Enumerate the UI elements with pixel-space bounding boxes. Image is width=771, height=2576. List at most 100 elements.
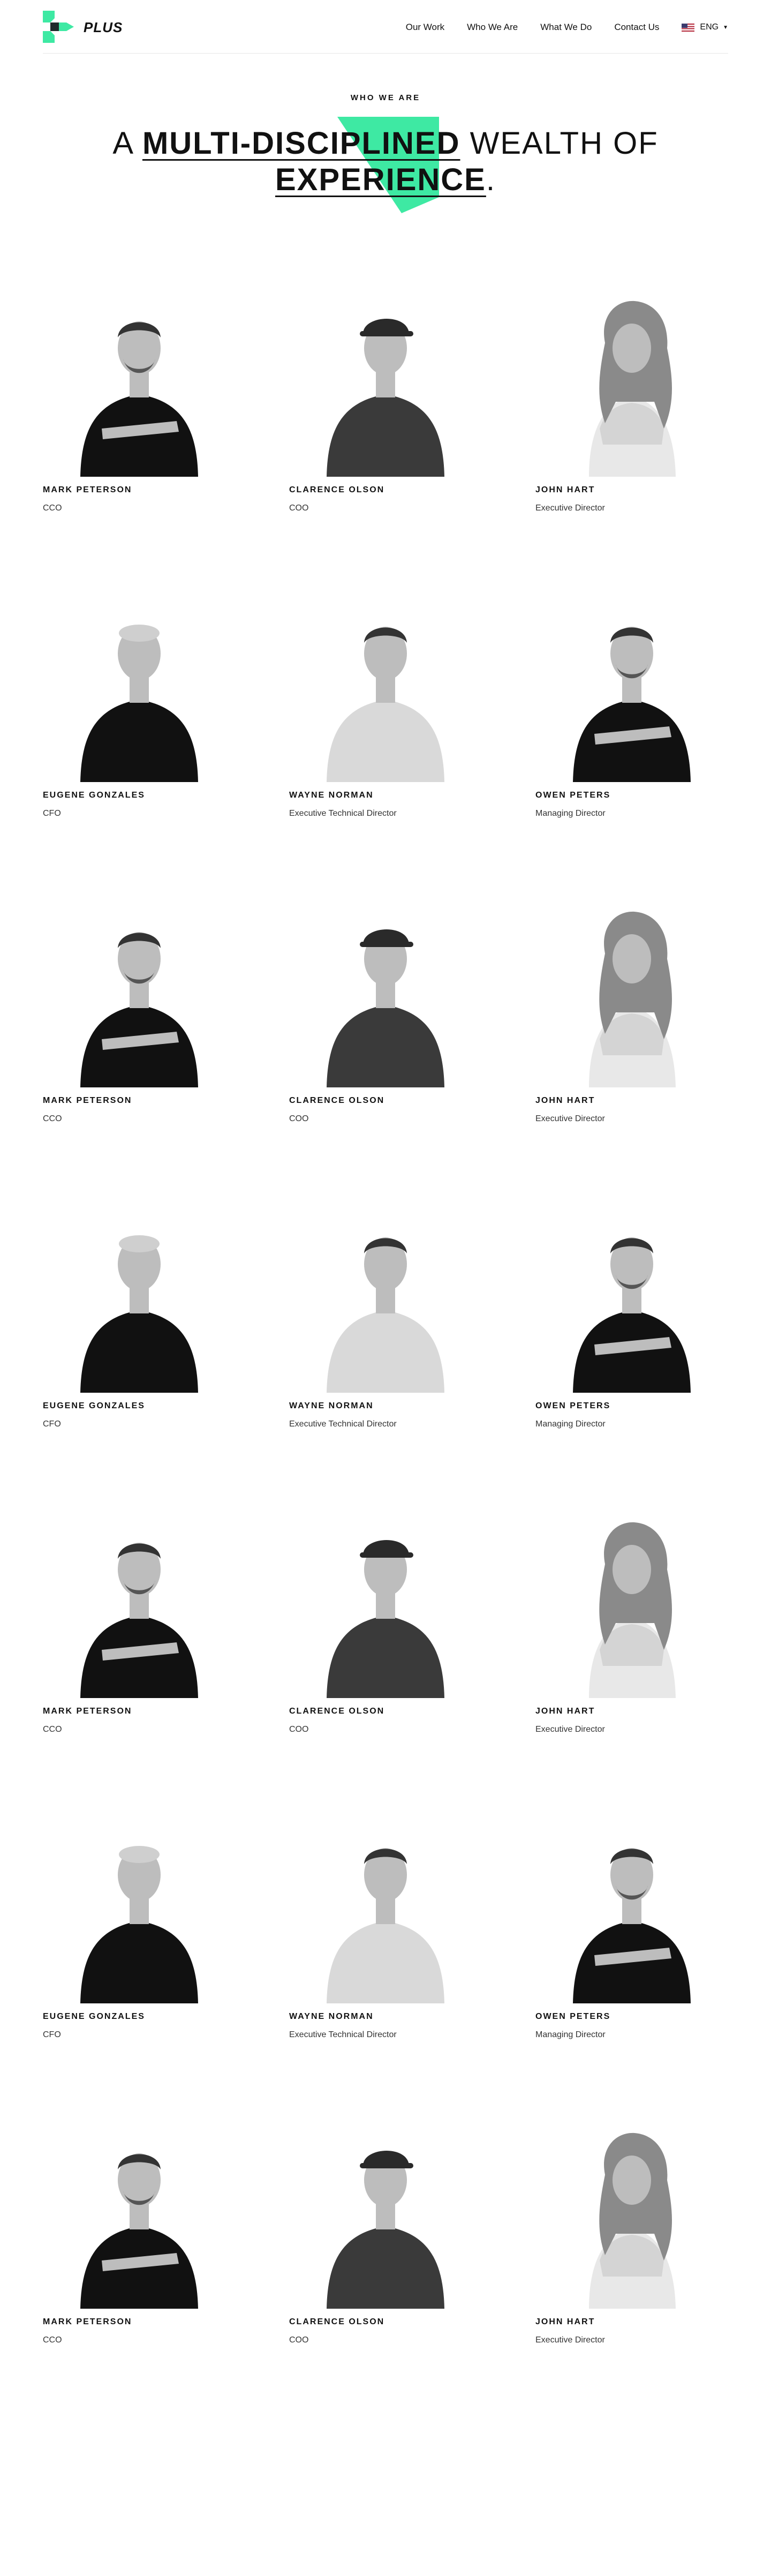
team-member-name: EUGENE GONZALES xyxy=(43,791,145,800)
team-member-card[interactable]: CLARENCE OLSON COO xyxy=(289,878,482,1136)
team-member-role: Executive Director xyxy=(535,504,605,513)
team-member-role: Executive Technical Director xyxy=(289,1420,397,1429)
team-member-card[interactable]: OWEN PETERS Managing Director xyxy=(535,1184,728,1441)
nav-what-we-do[interactable]: What We Do xyxy=(540,22,592,33)
team-member-name: WAYNE NORMAN xyxy=(289,2012,374,2021)
team-member-card[interactable]: JOHN HART Executive Director xyxy=(535,1489,728,1746)
team-member-card[interactable]: OWEN PETERS Managing Director xyxy=(535,573,728,830)
brand-name: PLUS xyxy=(84,19,123,35)
team-member-name: CLARENCE OLSON xyxy=(289,1096,385,1105)
team-member-role: COO xyxy=(289,1114,309,1123)
team-member-name: EUGENE GONZALES xyxy=(43,1401,145,1410)
team-member-card[interactable]: MARK PETERSON CCO xyxy=(43,878,236,1136)
team-member-photo xyxy=(43,268,236,477)
team-member-role: Executive Technical Director xyxy=(289,809,397,818)
team-member-name: OWEN PETERS xyxy=(535,791,611,800)
team-member-name: CLARENCE OLSON xyxy=(289,1707,385,1716)
team-member-photo xyxy=(289,1489,482,1698)
team-member-card[interactable]: WAYNE NORMAN Executive Technical Director xyxy=(289,1794,482,2052)
team-member-name: MARK PETERSON xyxy=(43,485,132,494)
team-member-role: COO xyxy=(289,2335,309,2345)
team-member-card[interactable]: MARK PETERSON CCO xyxy=(43,2100,236,2357)
team-member-name: JOHN HART xyxy=(535,485,595,494)
team-member-card[interactable]: OWEN PETERS Managing Director xyxy=(535,1794,728,2052)
team-member-photo xyxy=(43,573,236,782)
team-member-name: CLARENCE OLSON xyxy=(289,485,385,494)
team-member-name: JOHN HART xyxy=(535,1707,595,1716)
team-member-role: CCO xyxy=(43,2335,62,2345)
chevron-down-icon: ▼ xyxy=(723,24,728,31)
team-member-photo xyxy=(535,573,728,782)
team-member-photo xyxy=(289,1794,482,2003)
plus-logo-mark-icon xyxy=(43,11,74,43)
nav-contact-us[interactable]: Contact Us xyxy=(614,22,659,33)
team-member-photo xyxy=(535,1489,728,1698)
team-member-role: CCO xyxy=(43,1114,62,1123)
team-member-card[interactable]: MARK PETERSON CCO xyxy=(43,268,236,525)
team-member-name: MARK PETERSON xyxy=(43,1096,132,1105)
team-member-card[interactable]: EUGENE GONZALES CFO xyxy=(43,1184,236,1441)
nav-who-we-are[interactable]: Who We Are xyxy=(467,22,518,33)
nav-our-work[interactable]: Our Work xyxy=(406,22,444,33)
team-member-role: Executive Technical Director xyxy=(289,2030,397,2039)
team-member-photo xyxy=(289,268,482,477)
team-member-photo xyxy=(289,573,482,782)
team-member-name: OWEN PETERS xyxy=(535,2012,611,2021)
team-member-photo xyxy=(535,2100,728,2309)
team-member-photo xyxy=(43,1489,236,1698)
team-member-card[interactable]: JOHN HART Executive Director xyxy=(535,268,728,525)
site-header: PLUS Our Work Who We Are What We Do Cont… xyxy=(43,0,728,54)
hero-line-2: EXPERIENCE. xyxy=(0,162,771,198)
plus-logo[interactable]: PLUS xyxy=(43,11,128,43)
team-member-role: CFO xyxy=(43,809,61,818)
team-member-role: Executive Director xyxy=(535,2335,605,2345)
team-member-photo xyxy=(535,268,728,477)
section-eyebrow: WHO WE ARE xyxy=(350,93,421,102)
team-member-role: CFO xyxy=(43,1420,61,1429)
hero-line-1-emphasis: MULTI-DISCIPLINED xyxy=(142,126,460,161)
team-member-role: CCO xyxy=(43,504,62,513)
team-member-role: Managing Director xyxy=(535,1420,606,1429)
hero-line-1-post: WEALTH OF xyxy=(460,126,659,161)
team-member-name: WAYNE NORMAN xyxy=(289,791,374,800)
team-member-card[interactable]: EUGENE GONZALES CFO xyxy=(43,573,236,830)
language-label: ENG xyxy=(700,22,719,32)
team-member-name: EUGENE GONZALES xyxy=(43,2012,145,2021)
hero-line-1: A MULTI-DISCIPLINED WEALTH OF xyxy=(0,125,771,161)
team-member-name: OWEN PETERS xyxy=(535,1401,611,1410)
team-member-photo xyxy=(289,2100,482,2309)
team-member-name: JOHN HART xyxy=(535,2317,595,2326)
team-member-photo xyxy=(535,1184,728,1393)
team-member-card[interactable]: JOHN HART Executive Director xyxy=(535,878,728,1136)
team-member-photo xyxy=(43,2100,236,2309)
team-member-card[interactable]: WAYNE NORMAN Executive Technical Director xyxy=(289,573,482,830)
team-member-photo xyxy=(43,1794,236,2003)
hero-heading: A MULTI-DISCIPLINED WEALTH OF EXPERIENCE… xyxy=(0,117,771,213)
team-member-photo xyxy=(289,1184,482,1393)
team-member-card[interactable]: CLARENCE OLSON COO xyxy=(289,268,482,525)
team-member-role: CCO xyxy=(43,1725,62,1734)
hero-line-1-pre: A xyxy=(112,126,142,161)
hero-line-2-post: . xyxy=(486,162,496,197)
team-grid: MARK PETERSON CCO CLARENCE OLSON COO JOHN HA… xyxy=(43,268,728,2405)
team-member-photo xyxy=(535,1794,728,2003)
team-member-name: WAYNE NORMAN xyxy=(289,1401,374,1410)
team-member-card[interactable]: EUGENE GONZALES CFO xyxy=(43,1794,236,2052)
team-member-photo xyxy=(43,878,236,1087)
team-member-card[interactable]: CLARENCE OLSON COO xyxy=(289,1489,482,1746)
team-member-role: Executive Director xyxy=(535,1114,605,1123)
team-member-card[interactable]: WAYNE NORMAN Executive Technical Director xyxy=(289,1184,482,1441)
hero-line-2-emphasis: EXPERIENCE xyxy=(275,162,486,197)
us-flag-icon xyxy=(682,23,695,32)
team-member-card[interactable]: MARK PETERSON CCO xyxy=(43,1489,236,1746)
team-member-card[interactable]: JOHN HART Executive Director xyxy=(535,2100,728,2357)
team-member-role: COO xyxy=(289,504,309,513)
language-selector[interactable]: ENG ▼ xyxy=(682,22,728,32)
team-member-card[interactable]: CLARENCE OLSON COO xyxy=(289,2100,482,2357)
team-member-role: CFO xyxy=(43,2030,61,2039)
team-member-name: JOHN HART xyxy=(535,1096,595,1105)
team-member-photo xyxy=(289,878,482,1087)
team-member-name: MARK PETERSON xyxy=(43,1707,132,1716)
team-member-name: CLARENCE OLSON xyxy=(289,2317,385,2326)
team-member-role: COO xyxy=(289,1725,309,1734)
